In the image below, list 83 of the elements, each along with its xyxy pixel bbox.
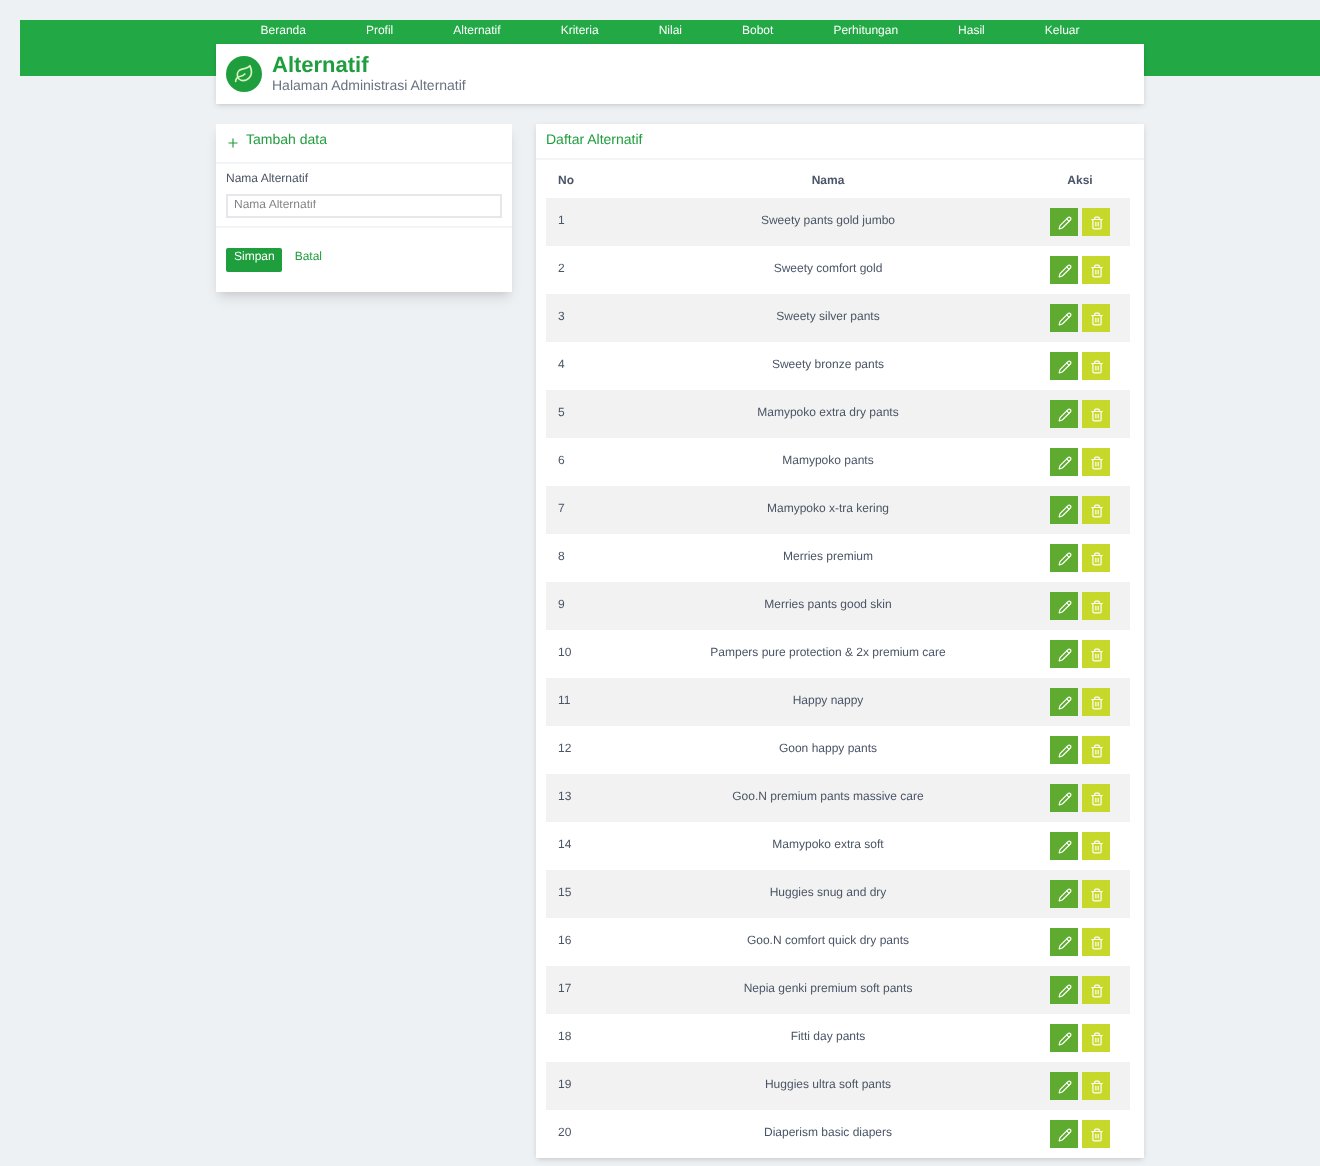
trash-icon (1089, 599, 1103, 613)
delete-button[interactable] (1082, 880, 1110, 908)
delete-button[interactable] (1082, 448, 1110, 476)
trash-icon (1089, 647, 1103, 661)
trash-icon (1089, 311, 1103, 325)
edit-button[interactable] (1050, 400, 1078, 428)
trash-icon (1089, 1031, 1103, 1045)
delete-button[interactable] (1082, 736, 1110, 764)
trash-icon (1089, 935, 1103, 949)
delete-button[interactable] (1082, 1072, 1110, 1100)
pencil-icon (1057, 311, 1071, 325)
pencil-icon (1057, 1031, 1071, 1045)
pencil-icon (1057, 695, 1071, 709)
edit-button[interactable] (1050, 592, 1078, 620)
edit-button[interactable] (1050, 256, 1078, 284)
delete-button[interactable] (1082, 352, 1110, 380)
delete-button[interactable] (1082, 640, 1110, 668)
delete-button[interactable] (1082, 1024, 1110, 1052)
edit-button[interactable] (1050, 688, 1078, 716)
edit-button[interactable] (1050, 1024, 1078, 1052)
edit-button[interactable] (1050, 304, 1078, 332)
delete-button[interactable] (1082, 400, 1110, 428)
edit-button[interactable] (1050, 784, 1078, 812)
edit-button[interactable] (1050, 448, 1078, 476)
delete-button[interactable] (1082, 976, 1110, 1004)
edit-button[interactable] (1050, 1120, 1078, 1148)
trash-icon (1089, 791, 1103, 805)
delete-button[interactable] (1082, 256, 1110, 284)
edit-button[interactable] (1050, 880, 1078, 908)
pencil-icon (1057, 935, 1071, 949)
edit-button[interactable] (1050, 736, 1078, 764)
pencil-icon (1057, 743, 1071, 757)
trash-icon (1089, 695, 1103, 709)
pencil-icon (1057, 791, 1071, 805)
delete-button[interactable] (1082, 928, 1110, 956)
delete-button[interactable] (1082, 304, 1110, 332)
delete-button[interactable] (1082, 208, 1110, 236)
trash-icon (1089, 743, 1103, 757)
delete-button[interactable] (1082, 784, 1110, 812)
trash-icon (1089, 263, 1103, 277)
trash-icon (1089, 551, 1103, 565)
pencil-icon (1057, 455, 1071, 469)
delete-button[interactable] (1082, 592, 1110, 620)
pencil-icon (1057, 359, 1071, 373)
edit-button[interactable] (1050, 928, 1078, 956)
edit-button[interactable] (1050, 352, 1078, 380)
trash-icon (1089, 503, 1103, 517)
delete-button[interactable] (1082, 832, 1110, 860)
trash-icon (1089, 1127, 1103, 1141)
trash-icon (1089, 215, 1103, 229)
pencil-icon (1057, 647, 1071, 661)
trash-icon (1089, 887, 1103, 901)
pencil-icon (1057, 1127, 1071, 1141)
trash-icon (1089, 1079, 1103, 1093)
pencil-icon (1057, 263, 1071, 277)
edit-button[interactable] (1050, 544, 1078, 572)
edit-button[interactable] (1050, 976, 1078, 1004)
trash-icon (1089, 359, 1103, 373)
edit-button[interactable] (1050, 496, 1078, 524)
trash-icon (1089, 983, 1103, 997)
edit-button[interactable] (1050, 1072, 1078, 1100)
trash-icon (1089, 839, 1103, 853)
pencil-icon (1057, 839, 1071, 853)
delete-button[interactable] (1082, 688, 1110, 716)
page-title: Alternatif (272, 53, 371, 77)
pencil-icon (1057, 887, 1071, 901)
plus-icon (226, 135, 240, 150)
edit-button[interactable] (1050, 832, 1078, 860)
delete-button[interactable] (1082, 1120, 1110, 1148)
pencil-icon (1057, 599, 1071, 613)
trash-icon (1089, 455, 1103, 469)
delete-button[interactable] (1082, 496, 1110, 524)
delete-button[interactable] (1082, 544, 1110, 572)
pencil-icon (1057, 1079, 1071, 1093)
pencil-icon (1057, 503, 1071, 517)
pencil-icon (1057, 983, 1071, 997)
pencil-icon (1057, 551, 1071, 565)
pencil-icon (1057, 407, 1071, 421)
trash-icon (1089, 407, 1103, 421)
logo-icon (226, 56, 262, 92)
pencil-icon (1057, 215, 1071, 229)
edit-button[interactable] (1050, 640, 1078, 668)
edit-button[interactable] (1050, 208, 1078, 236)
